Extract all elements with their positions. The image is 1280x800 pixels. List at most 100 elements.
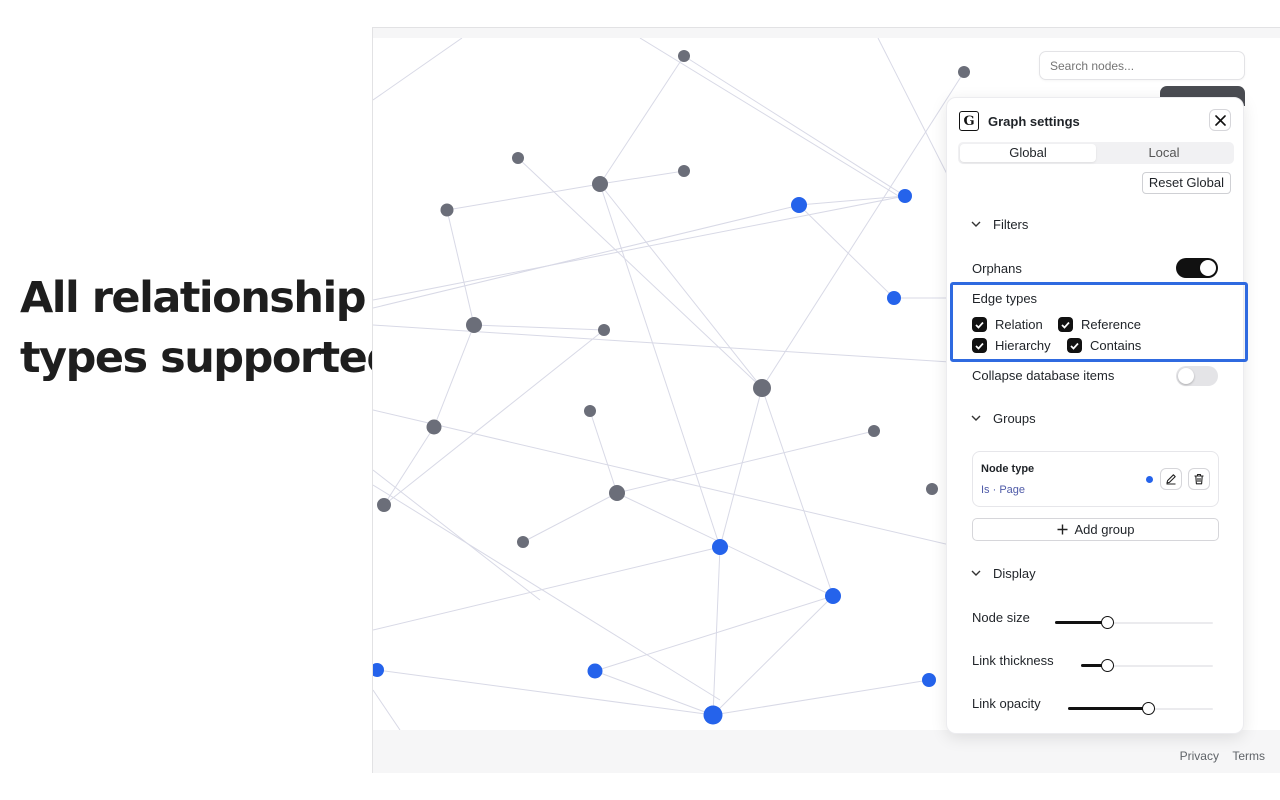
orphans-label: Orphans <box>972 261 1022 276</box>
graph-edge <box>373 324 951 363</box>
edge-type-label: Hierarchy <box>995 338 1051 353</box>
graph-edge <box>712 595 834 716</box>
graph-edge <box>373 546 721 631</box>
graph-edge <box>373 409 951 546</box>
graph-edge <box>446 209 475 326</box>
graph-edge <box>373 38 463 101</box>
graph-node[interactable] <box>466 317 482 333</box>
edge-type-contains-checkbox[interactable]: Contains <box>1067 338 1141 353</box>
trash-icon <box>1194 473 1204 485</box>
close-button[interactable] <box>1209 109 1231 131</box>
graph-edge <box>761 387 834 597</box>
graph-edge <box>594 670 714 716</box>
slider-thumb[interactable] <box>1101 659 1115 672</box>
graph-node[interactable] <box>584 405 596 417</box>
edge-type-relation-checkbox[interactable]: Relation <box>972 317 1043 332</box>
graph-node[interactable] <box>958 66 970 78</box>
graph-node[interactable] <box>753 379 771 397</box>
groups-heading: Groups <box>993 411 1036 426</box>
slider-thumb[interactable] <box>1101 616 1115 629</box>
groups-section-toggle[interactable]: Groups <box>971 411 1036 426</box>
checkbox-checked-icon <box>1067 338 1082 353</box>
filters-section-toggle[interactable]: Filters <box>971 217 1028 232</box>
graph-edge <box>446 183 601 211</box>
graph-node-page[interactable] <box>703 705 723 725</box>
app-logo: G <box>959 111 979 131</box>
graph-node[interactable] <box>377 498 391 512</box>
graph-node[interactable] <box>517 536 529 548</box>
graph-node[interactable] <box>512 152 524 164</box>
graph-node[interactable] <box>678 165 690 177</box>
tab-global[interactable]: Global <box>960 144 1096 162</box>
graph-node-page[interactable] <box>791 197 807 213</box>
graph-edge <box>712 679 930 716</box>
terms-link[interactable]: Terms <box>1232 749 1265 763</box>
graph-edge <box>712 546 721 716</box>
graph-node-page[interactable] <box>825 588 841 604</box>
graph-edge <box>761 71 965 389</box>
display-heading: Display <box>993 566 1036 581</box>
panel-title: Graph settings <box>988 113 1080 129</box>
chevron-down-icon <box>971 221 981 227</box>
orphans-toggle[interactable] <box>1176 258 1218 278</box>
graph-node-page[interactable] <box>922 673 936 687</box>
pencil-icon <box>1166 474 1176 485</box>
graph-node[interactable] <box>426 419 442 435</box>
graph-edge <box>616 430 875 494</box>
graph-edge <box>599 55 685 185</box>
edit-group-button[interactable] <box>1160 468 1182 490</box>
edge-type-label: Reference <box>1081 317 1141 332</box>
graph-edge <box>373 204 801 309</box>
collapse-database-toggle[interactable] <box>1176 366 1218 386</box>
graph-edge <box>877 38 951 181</box>
checkbox-checked-icon <box>1058 317 1073 332</box>
link-opacity-slider[interactable] <box>1068 702 1213 716</box>
group-color-swatch[interactable] <box>1146 476 1153 483</box>
graph-edge <box>433 324 475 428</box>
graph-edge <box>373 469 541 601</box>
graph-node[interactable] <box>592 176 608 192</box>
slider-fill <box>1055 621 1108 624</box>
slider-fill <box>1068 707 1148 710</box>
graph-node-page[interactable] <box>712 539 728 555</box>
graph-edge <box>594 595 834 672</box>
graph-settings-panel: G Graph settings Global Local Reset Glob… <box>946 97 1244 734</box>
graph-node[interactable] <box>609 485 625 501</box>
graph-node-page[interactable] <box>373 663 384 677</box>
toggle-knob <box>1178 368 1194 384</box>
add-group-label: Add group <box>1074 522 1135 537</box>
privacy-link[interactable]: Privacy <box>1180 749 1219 763</box>
chevron-down-icon <box>971 415 981 421</box>
graph-node[interactable] <box>868 425 880 437</box>
search-input[interactable] <box>1039 51 1245 80</box>
slider-thumb[interactable] <box>1141 702 1155 715</box>
graph-edge <box>383 329 605 506</box>
graph-edge <box>798 195 906 206</box>
scope-tabs: Global Local <box>958 142 1234 164</box>
graph-node[interactable] <box>926 483 938 495</box>
node-size-slider[interactable] <box>1055 616 1213 630</box>
group-condition: Is · Page <box>981 484 1026 496</box>
graph-node[interactable] <box>598 324 610 336</box>
graph-node-page[interactable] <box>887 291 901 305</box>
graph-edge <box>376 669 714 716</box>
link-thickness-label: Link thickness <box>972 653 1054 668</box>
edge-type-reference-checkbox[interactable]: Reference <box>1058 317 1141 332</box>
reset-global-button[interactable]: Reset Global <box>1141 172 1231 194</box>
toggle-knob <box>1200 260 1216 276</box>
graph-node-page[interactable] <box>898 189 912 203</box>
tab-local[interactable]: Local <box>1096 144 1232 162</box>
link-thickness-slider[interactable] <box>1081 659 1213 673</box>
display-section-toggle[interactable]: Display <box>971 566 1036 581</box>
delete-group-button[interactable] <box>1188 468 1210 490</box>
add-group-button[interactable]: Add group <box>972 518 1219 541</box>
graph-node-page[interactable] <box>587 663 603 679</box>
group-card[interactable]: Node type Is · Page <box>972 451 1219 507</box>
footer-links: Privacy Terms <box>1170 749 1265 763</box>
edge-type-hierarchy-checkbox[interactable]: Hierarchy <box>972 338 1051 353</box>
graph-node[interactable] <box>440 203 454 217</box>
graph-edge <box>599 183 763 389</box>
graph-node[interactable] <box>678 50 690 62</box>
edge-type-label: Contains <box>1090 338 1142 353</box>
graph-edge <box>522 492 618 543</box>
